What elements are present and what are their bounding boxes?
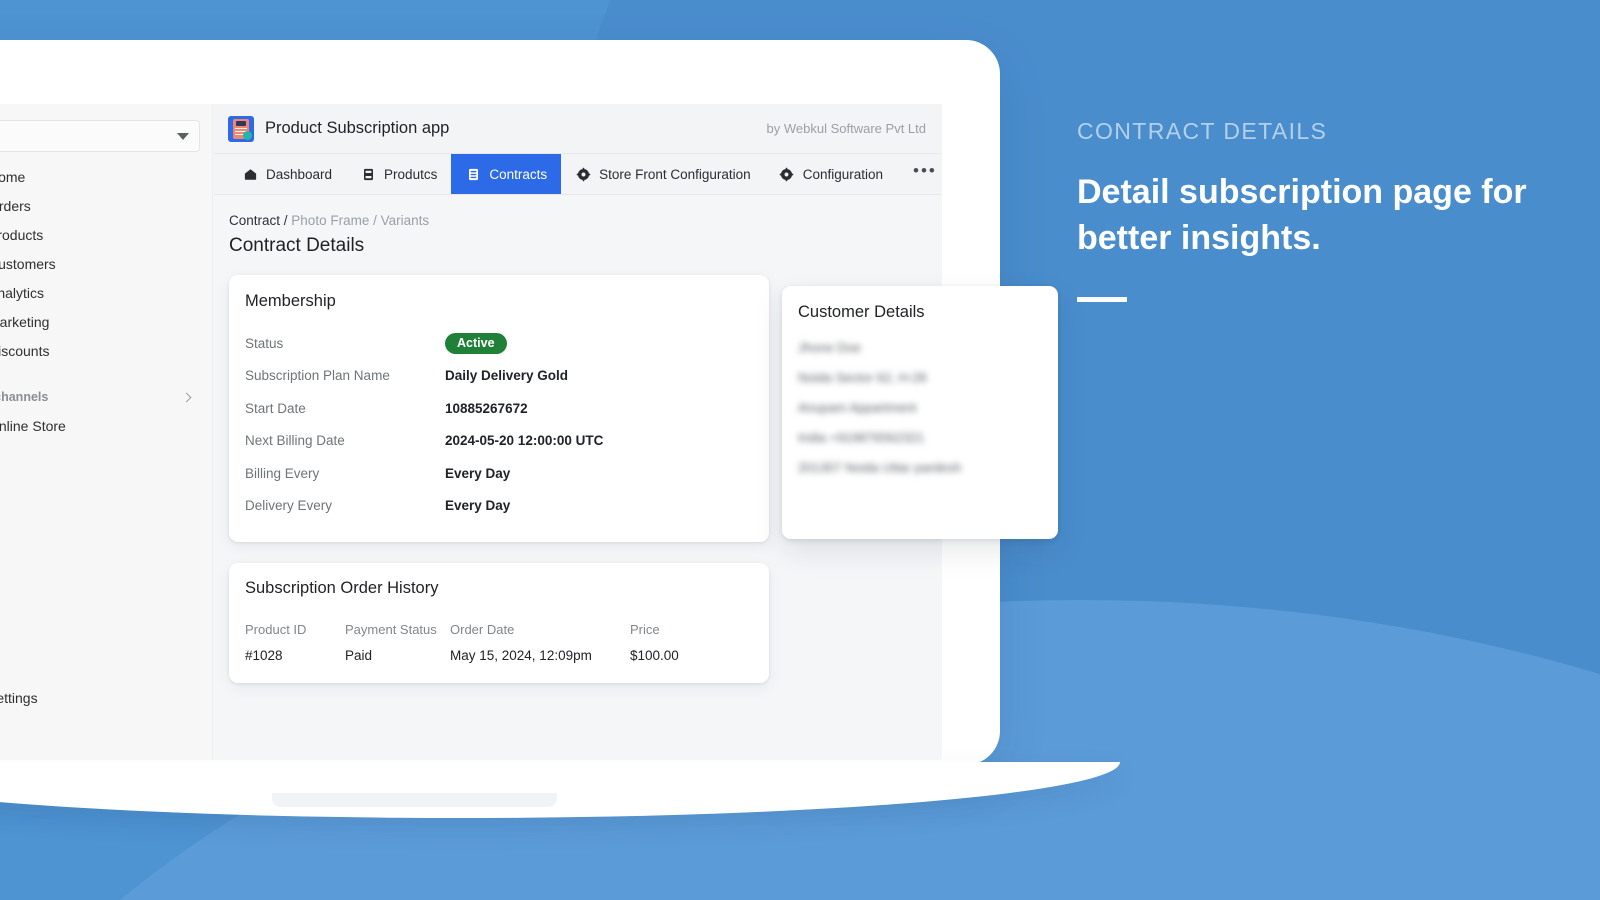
sidebar-item-label: Orders (0, 197, 31, 214)
cell-price: $100.00 (630, 648, 679, 663)
gear-icon (779, 166, 795, 182)
column-header-payment-status: Payment Status (345, 622, 437, 637)
sidebar-item-label: Discounts (0, 342, 50, 359)
column-header-price: Price (630, 622, 660, 637)
sidebar-item-customers[interactable]: Customers (0, 249, 212, 278)
order-history-table: Product ID Payment Status Order Date Pri… (245, 614, 751, 663)
promo-eyebrow: CONTRACT DETAILS (1077, 118, 1328, 144)
membership-card-title: Membership (245, 292, 336, 310)
sidebar-item-label: Products (0, 226, 44, 243)
embedded-app-header: Product Subscription app by Webkul Softw… (214, 104, 942, 154)
membership-row-next-billing-date: Next Billing Date 2024-05-20 12:00:00 UT… (245, 425, 751, 458)
cell-order-date: May 15, 2024, 12:09pm (450, 648, 592, 663)
row-key: Delivery Every (245, 498, 333, 514)
app-clipboard-icon (228, 115, 254, 142)
membership-row-start-date: Start Date 10885267672 (245, 392, 751, 425)
sidebar-nav-list: Home Orders Products Customers (0, 162, 212, 365)
column-header-order-date: Order Date (450, 622, 515, 637)
home-icon (242, 166, 258, 182)
promo-heading: Detail subscription page for better insi… (1077, 173, 1527, 258)
row-key: Start Date (245, 400, 306, 416)
promo-divider (1077, 297, 1127, 303)
sidebar-item-online-store[interactable]: Online Store (0, 411, 212, 440)
customer-address-line-1-redacted: Noida Sector 62, H-28 (798, 370, 927, 385)
tab-label: Store Front Configuration (599, 166, 751, 182)
tab-contracts[interactable]: Contracts (451, 154, 562, 194)
sidebar-item-label: Analytics (0, 284, 45, 301)
sidebar-item-label: Home (0, 168, 26, 185)
tab-overflow-menu-button[interactable]: ••• (897, 154, 942, 194)
page-title: Contract Details (229, 235, 365, 256)
tab-store-front-configuration[interactable]: Store Front Configuration (561, 154, 765, 194)
sidebar-item-discounts[interactable]: Discounts (0, 336, 212, 365)
sidebar-item-products[interactable]: Products (0, 220, 212, 249)
sidebar-item-label: Settings (0, 689, 38, 706)
promo-panel: CONTRACT DETAILS Detail subscription pag… (1077, 118, 1547, 303)
tab-configuration[interactable]: Configuration (765, 154, 897, 194)
chevron-down-icon (177, 132, 189, 140)
row-key: Status (245, 335, 284, 351)
membership-card: Membership Status Active Subscription Pl… (229, 275, 769, 542)
sidebar-item-settings[interactable]: Settings (0, 683, 212, 712)
row-key: Subscription Plan Name (245, 368, 390, 384)
tab-label: Configuration (802, 166, 884, 182)
row-key: Billing Every (245, 465, 320, 481)
tab-produtcs[interactable]: Produtcs (346, 154, 451, 194)
sidebar-item-label: Marketing (0, 313, 50, 330)
sidebar-item-label: Customers (0, 255, 56, 272)
sidebar-item-label: Online Store (0, 417, 66, 434)
customer-details-title: Customer Details (798, 303, 925, 321)
tab-label: Dashboard (266, 166, 333, 182)
membership-row-plan-name: Subscription Plan Name Daily Delivery Go… (245, 360, 751, 393)
table-row[interactable]: #1028 Paid May 15, 2024, 12:09pm $100.00 (245, 646, 751, 663)
app-tab-bar: Dashboard Produtcs Contracts Store Front… (214, 154, 942, 195)
app-title: Product Subscription app (265, 119, 450, 137)
breadcrumb-current[interactable]: Contract / (229, 213, 288, 228)
sales-channels-label: Sales channels (0, 390, 49, 404)
customer-phone-redacted: India +919876562321 (798, 430, 925, 445)
membership-row-billing-every: Billing Every Every Day (245, 457, 751, 490)
tab-dashboard[interactable]: Dashboard (228, 154, 346, 194)
products-icon (360, 166, 376, 182)
status-badge: Active (445, 332, 507, 354)
cell-payment-status: Paid (345, 648, 373, 663)
membership-row-status: Status Active (245, 327, 751, 360)
store-selector[interactable]: Store (0, 120, 200, 152)
table-header-row: Product ID Payment Status Order Date Pri… (245, 614, 751, 646)
app-vendor: by Webkul Software Pvt Ltd (766, 121, 926, 136)
sidebar-item-home[interactable]: Home (0, 162, 212, 191)
row-value: Every Day (445, 498, 511, 514)
chevron-right-icon (181, 392, 192, 402)
customer-details-card: Customer Details Jhone Doe Noida Sector … (782, 286, 1058, 539)
row-value: 2024-05-20 12:00:00 UTC (445, 433, 604, 449)
sidebar-item-marketing[interactable]: Marketing (0, 307, 212, 336)
customer-name-redacted: Jhone Doe (798, 340, 861, 355)
subscription-order-history-card: Subscription Order History Product ID Pa… (229, 563, 769, 683)
customer-postal-redacted: 201307 Noida Uttar pardesh (798, 460, 962, 475)
row-key: Next Billing Date (245, 433, 345, 449)
cell-product-id: #1028 (245, 648, 283, 663)
sidebar-item-analytics[interactable]: Analytics (0, 278, 212, 307)
tab-label: Contracts (489, 166, 548, 182)
sidebar-item-orders[interactable]: Orders (0, 191, 212, 220)
sidebar-section-sales-channels[interactable]: Sales channels (0, 383, 212, 411)
membership-row-delivery-every: Delivery Every Every Day (245, 490, 751, 523)
list-icon (465, 166, 481, 182)
row-value: Daily Delivery Gold (445, 368, 569, 384)
order-history-title: Subscription Order History (245, 579, 439, 597)
customer-address-line-2-redacted: Anupam Appartment (798, 400, 917, 415)
tab-label: Produtcs (384, 166, 438, 182)
laptop-base-notch (272, 793, 557, 807)
gear-icon (575, 166, 591, 182)
breadcrumb-trail: Photo Frame / Variants (291, 213, 430, 228)
row-value: 10885267672 (445, 400, 528, 416)
column-header-product-id: Product ID (245, 622, 307, 637)
sidebar: Store Home Orders Products (0, 104, 213, 760)
row-value: Every Day (445, 465, 511, 481)
store-selector-label: Store (0, 129, 177, 143)
breadcrumb: Contract / Photo Frame / Variants (229, 213, 942, 228)
